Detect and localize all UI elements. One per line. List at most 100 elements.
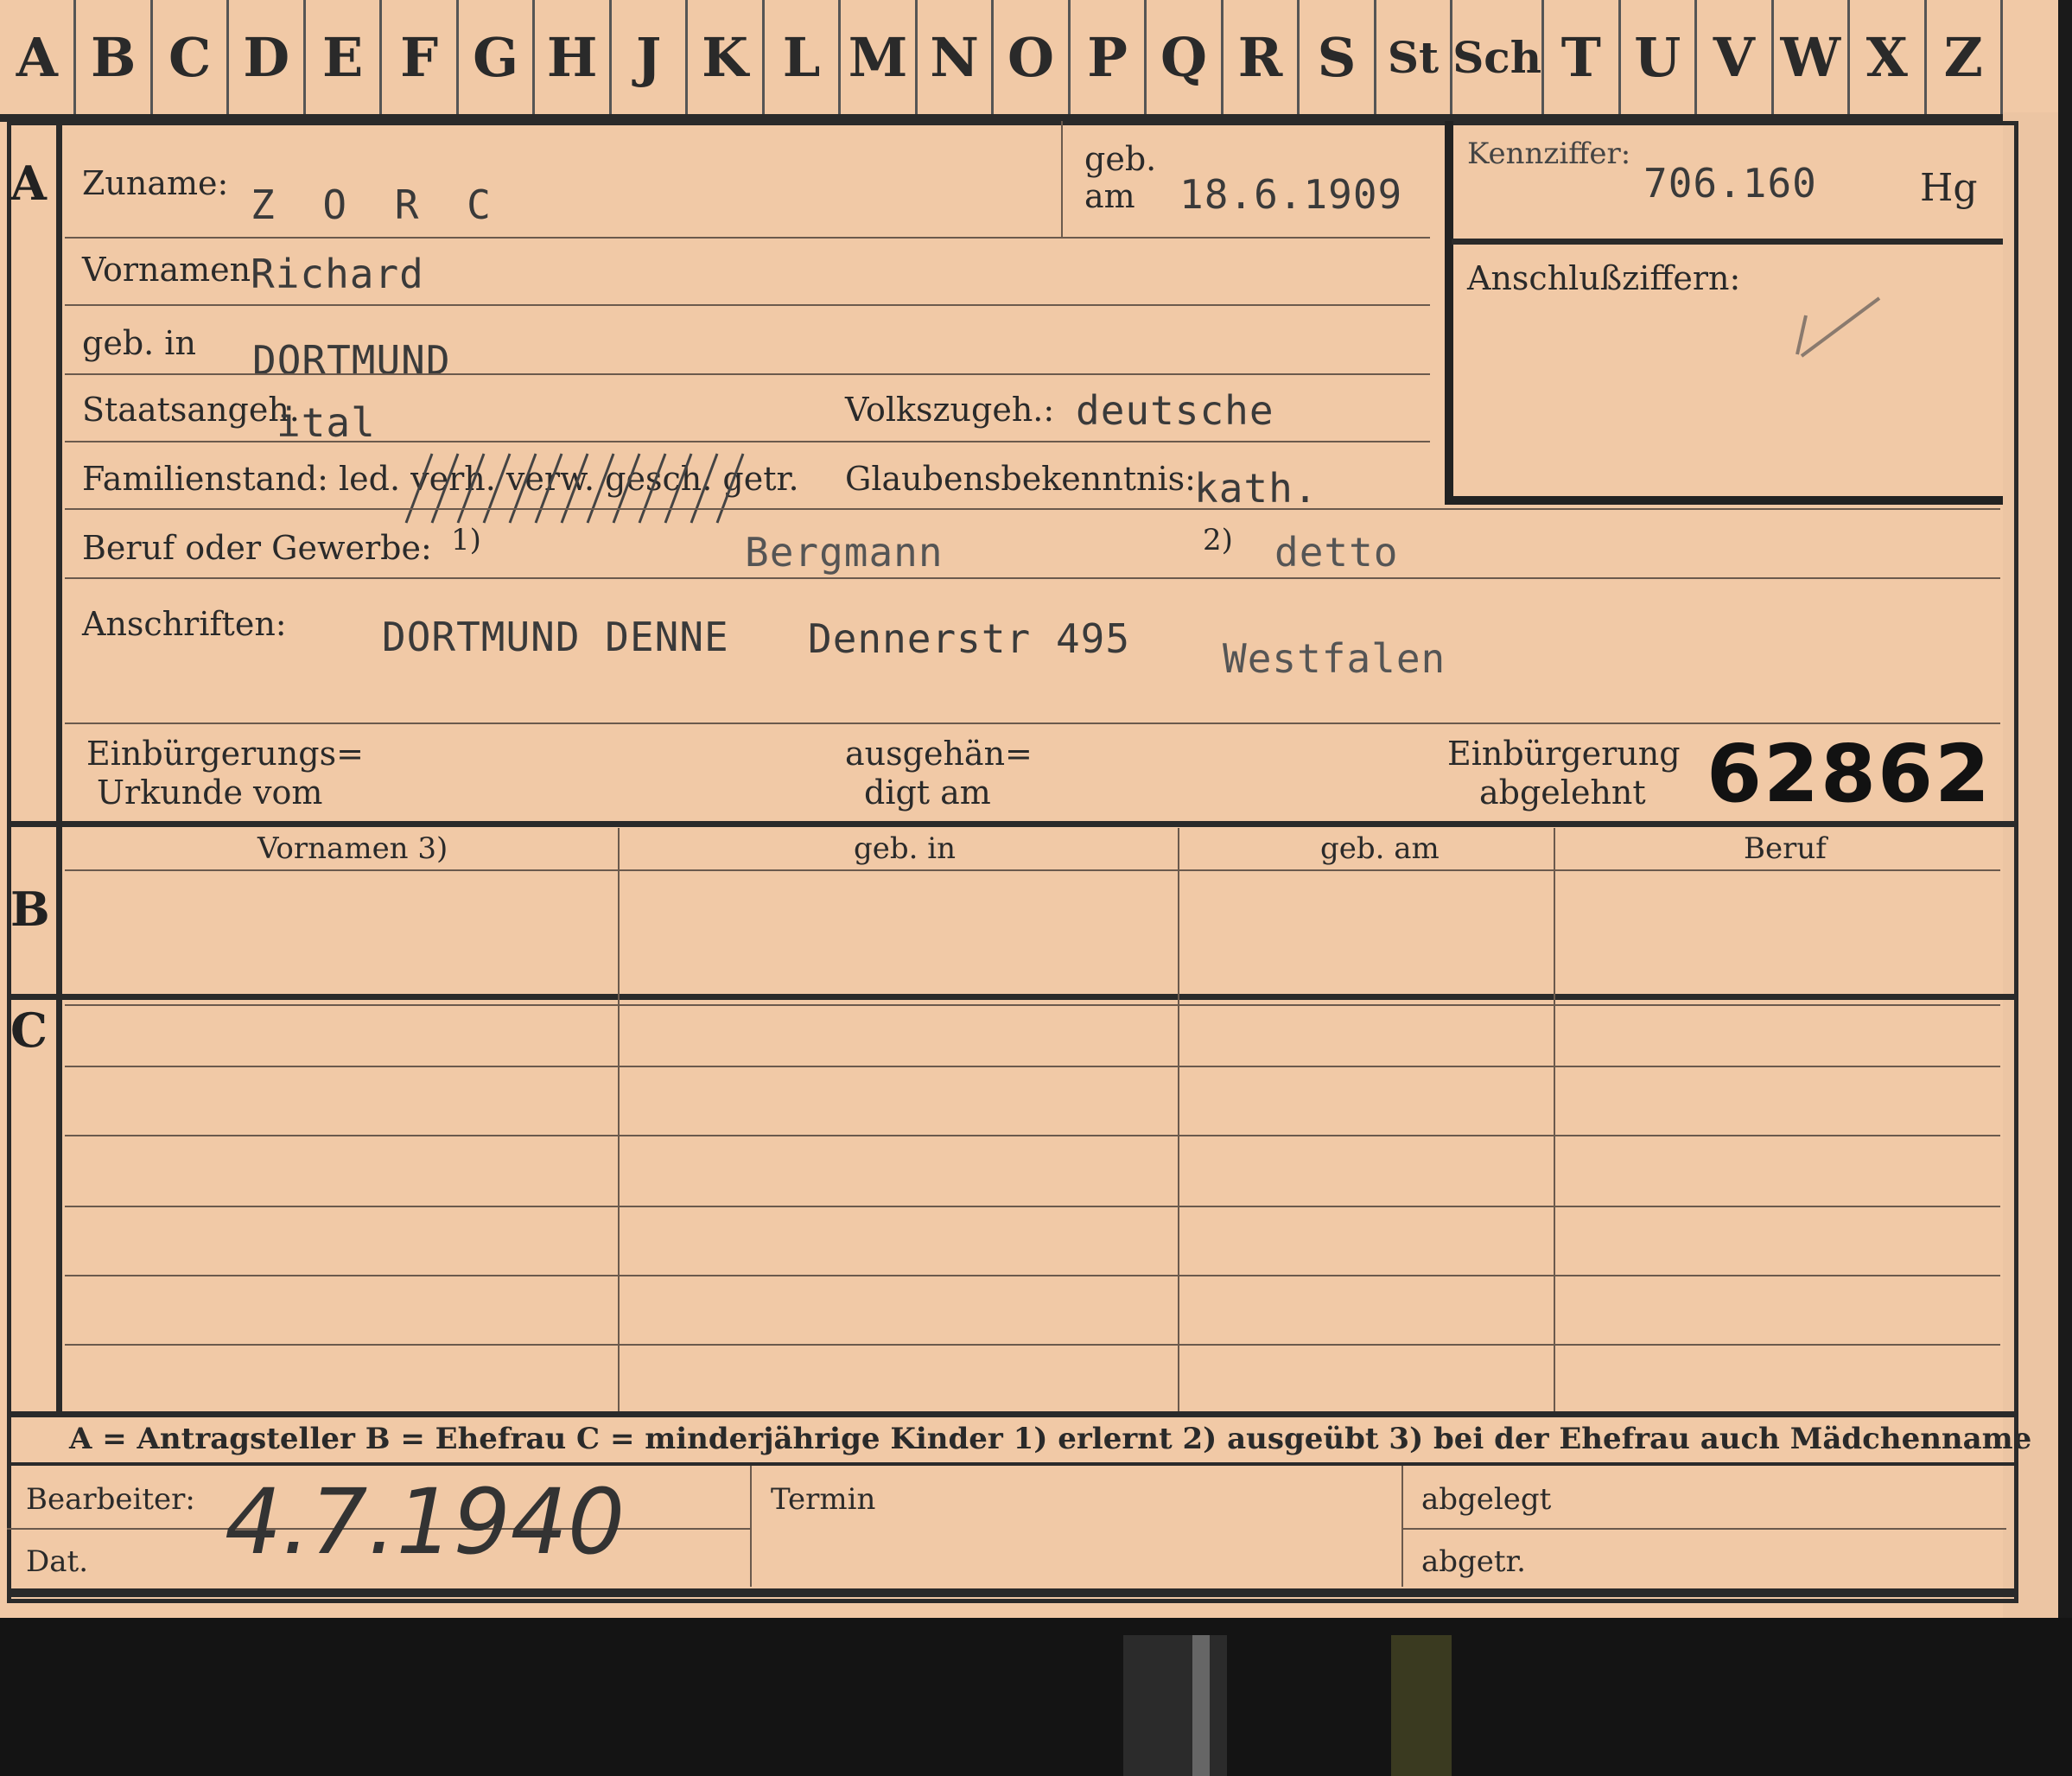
label-abgelehnt: abgelehnt	[1479, 773, 1646, 812]
alphabet-tab: G	[459, 0, 536, 114]
row-line	[65, 722, 2000, 724]
label-vornamen: Vornamen	[82, 251, 251, 289]
alphabet-tab: L	[765, 0, 842, 114]
row-line	[65, 304, 1430, 306]
section-letter-b: B	[10, 882, 50, 937]
legend: A = Antragsteller B = Ehefrau C = minder…	[69, 1422, 2032, 1456]
row-line	[65, 508, 2000, 510]
row-line	[65, 441, 1430, 442]
scan-background	[0, 1618, 2072, 1776]
section-divider	[7, 821, 2018, 827]
col-header-vornamen: Vornamen 3)	[257, 831, 448, 866]
alphabet-tab: U	[1621, 0, 1698, 114]
label-anschlussziffern: Anschlußziffern:	[1467, 259, 1741, 297]
row-line	[65, 237, 1430, 239]
alphabet-tab: P	[1071, 0, 1147, 114]
label-kennziffer: Kennziffer:	[1467, 137, 1631, 171]
alphabet-tab: X	[1850, 0, 1927, 114]
legend-top-line	[7, 1411, 2018, 1417]
label-abgelegt: abgelegt	[1421, 1482, 1552, 1517]
section-divider	[7, 994, 2018, 1000]
label-glaubensbekenntnis: Glaubensbekenntnis:	[845, 460, 1196, 498]
alphabet-tab: J	[612, 0, 689, 114]
stamp-number: 62862	[1707, 728, 1993, 820]
alphabet-tab: O	[994, 0, 1071, 114]
value-kennziffer-suffix: Hg	[1920, 166, 1978, 210]
row-line	[65, 1275, 2000, 1276]
alphabet-tab: A	[0, 0, 77, 114]
col-divider	[1554, 828, 1555, 1413]
alphabet-tab: K	[688, 0, 765, 114]
alphabet-tab-row: A B C D E F G H J K L M N O P Q R S St Sch T U V W X Z	[0, 0, 2004, 122]
label-ausgehaendigt-2: digt am	[864, 773, 991, 812]
alphabet-tab: N	[918, 0, 995, 114]
check-mark	[1796, 296, 1881, 358]
alphabet-tab: Z	[1927, 0, 2004, 114]
label-einbuergerungs: Einbürgerungs=	[86, 735, 364, 773]
card-bottom-border	[7, 1588, 2018, 1597]
col-divider	[1178, 828, 1179, 1413]
col-header-geb-in: geb. in	[854, 831, 957, 866]
label-am: am	[1084, 177, 1135, 215]
alphabet-tab: E	[306, 0, 383, 114]
label-geb: geb.	[1084, 140, 1157, 178]
section-column	[7, 121, 62, 1413]
value-beruf-ausgeuebt: detto	[1274, 529, 1399, 576]
alphabet-tab: F	[382, 0, 459, 114]
alphabet-tab: S	[1300, 0, 1376, 114]
col-divider	[750, 1466, 752, 1587]
alphabet-tab: R	[1223, 0, 1300, 114]
col-divider	[1401, 1466, 1403, 1587]
row-line	[65, 577, 2000, 579]
col-header-beruf: Beruf	[1744, 831, 1827, 866]
label-abgetr: abgetr.	[1421, 1544, 1526, 1579]
label-bearbeiter: Bearbeiter:	[26, 1482, 195, 1517]
value-geb-am: 18.6.1909	[1179, 171, 1403, 218]
footnote-1: 1)	[451, 523, 481, 557]
label-staatsangeh: Staatsangeh.	[82, 391, 300, 429]
divider	[1061, 121, 1063, 238]
col-divider	[618, 828, 620, 1413]
value-geb-in: DORTMUND	[252, 337, 451, 384]
label-ausgehaendigt-1: ausgehän=	[845, 735, 1033, 773]
value-date-handwritten: 4.7.1940	[225, 1469, 626, 1575]
alphabet-tab: B	[76, 0, 153, 114]
label-zuname: Zuname:	[82, 164, 229, 202]
alphabet-tab: Q	[1147, 0, 1223, 114]
label-beruf: Beruf oder Gewerbe:	[82, 529, 432, 567]
alphabet-tab: D	[229, 0, 306, 114]
row-line	[65, 373, 1430, 375]
row-line	[65, 1135, 2000, 1136]
row-line	[1401, 1528, 2006, 1530]
value-zuname: Z O R C	[251, 181, 503, 228]
label-geb-in: geb. in	[82, 324, 196, 362]
background-shape	[1192, 1635, 1210, 1776]
legend-bottom-line	[7, 1462, 2018, 1466]
value-anschrift-2: Dennerstr 495	[808, 615, 1131, 662]
alphabet-tab: St	[1376, 0, 1453, 114]
value-glaubensbekenntnis: kath.	[1194, 465, 1319, 512]
label-dat: Dat.	[26, 1544, 89, 1579]
row-line	[65, 1344, 2000, 1346]
value-staatsangeh: ital	[276, 399, 376, 446]
alphabet-tab: W	[1774, 0, 1851, 114]
background-shape	[1123, 1635, 1227, 1776]
label-termin: Termin	[771, 1482, 876, 1517]
background-shape	[1391, 1635, 1452, 1776]
alphabet-tab: T	[1544, 0, 1621, 114]
strikethrough-marks	[404, 453, 745, 524]
section-letter-c: C	[10, 1003, 48, 1058]
label-anschriften: Anschriften:	[82, 605, 287, 643]
alphabet-tab: C	[153, 0, 230, 114]
label-urkunde-vom: Urkunde vom	[97, 773, 323, 812]
row-line	[65, 1066, 2000, 1067]
alphabet-tab: M	[841, 0, 918, 114]
col-header-geb-am: geb. am	[1320, 831, 1440, 866]
kennziffer-divider	[1452, 239, 2003, 245]
footnote-2: 2)	[1203, 523, 1233, 557]
alphabet-tab: V	[1697, 0, 1774, 114]
alphabet-tab: H	[535, 0, 612, 114]
alphabet-tab: Sch	[1452, 0, 1545, 114]
label-einbuergerung: Einbürgerung	[1447, 735, 1681, 773]
value-anschrift-1: DORTMUND DENNE	[382, 614, 729, 660]
